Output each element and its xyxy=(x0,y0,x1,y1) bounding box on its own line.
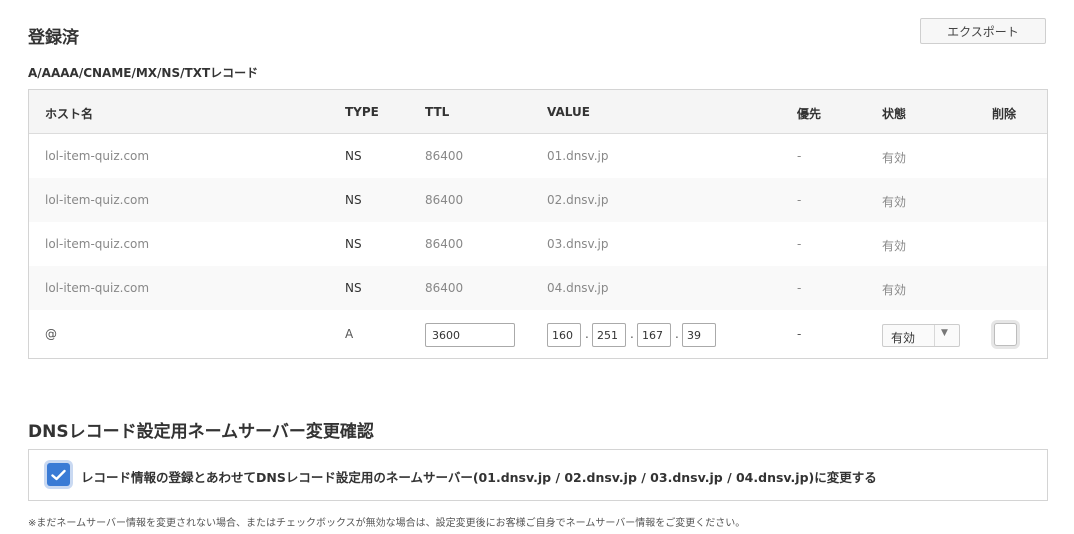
export-button[interactable]: エクスポート xyxy=(920,18,1046,44)
ip-octet-3-input[interactable] xyxy=(637,323,671,347)
ip-separator: . xyxy=(675,327,679,341)
ip-octet-4-input[interactable] xyxy=(682,323,716,347)
records-table: ホスト名 TYPE TTL VALUE 優先 状態 削除 lol-item-qu… xyxy=(28,89,1048,359)
ip-separator: . xyxy=(630,327,634,341)
table-row: lol-item-quiz.com NS 86400 04.dnsv.jp - … xyxy=(29,266,1047,310)
cell-host: lol-item-quiz.com xyxy=(45,149,150,163)
nameserver-section-title: DNSレコード設定用ネームサーバー変更確認 xyxy=(28,422,374,442)
cell-ttl: 86400 xyxy=(425,149,464,163)
cell-status: 有効 xyxy=(882,239,907,253)
table-row: lol-item-quiz.com NS 86400 02.dnsv.jp - … xyxy=(29,178,1047,222)
header-delete: 削除 xyxy=(992,107,1017,121)
header-status: 状態 xyxy=(882,107,907,121)
cell-ttl: 86400 xyxy=(425,281,464,295)
section-title: 登録済 xyxy=(28,28,79,48)
nameserver-confirm-box: レコード情報の登録とあわせてDNSレコード設定用のネームサーバー(01.dnsv… xyxy=(28,449,1048,501)
header-type: TYPE xyxy=(345,105,379,119)
nameserver-change-checkbox[interactable] xyxy=(47,463,70,486)
cell-priority: - xyxy=(797,237,802,251)
cell-priority: - xyxy=(797,281,802,295)
cell-priority: - xyxy=(797,149,802,163)
cell-type: NS xyxy=(345,193,362,207)
cell-value: 02.dnsv.jp xyxy=(547,193,609,207)
cell-host: lol-item-quiz.com xyxy=(45,193,150,207)
header-priority: 優先 xyxy=(797,107,822,121)
cell-status: 有効 xyxy=(882,151,907,165)
edit-row: @ A . . . - 有効 ▼ xyxy=(29,310,1047,358)
cell-status: 有効 xyxy=(882,283,907,297)
delete-checkbox[interactable] xyxy=(994,323,1017,346)
header-ttl: TTL xyxy=(425,105,450,119)
edit-host: @ xyxy=(45,327,57,341)
cell-type: NS xyxy=(345,237,362,251)
cell-status: 有効 xyxy=(882,195,907,209)
status-select[interactable]: 有効 ▼ xyxy=(882,324,960,347)
cell-type: NS xyxy=(345,281,362,295)
table-row: lol-item-quiz.com NS 86400 03.dnsv.jp - … xyxy=(29,222,1047,266)
cell-value: 03.dnsv.jp xyxy=(547,237,609,251)
table-header: ホスト名 TYPE TTL VALUE 優先 状態 削除 xyxy=(29,90,1047,134)
cell-value: 01.dnsv.jp xyxy=(547,149,609,163)
ip-separator: . xyxy=(585,327,589,341)
header-value: VALUE xyxy=(547,105,590,119)
cell-type: NS xyxy=(345,149,362,163)
ip-octet-1-input[interactable] xyxy=(547,323,581,347)
check-icon xyxy=(51,469,66,480)
ttl-input[interactable] xyxy=(425,323,515,347)
edit-priority: - xyxy=(797,327,802,341)
chevron-down-icon: ▼ xyxy=(941,328,948,338)
cell-host: lol-item-quiz.com xyxy=(45,281,150,295)
edit-type: A xyxy=(345,327,354,341)
cell-priority: - xyxy=(797,193,802,207)
status-select-value: 有効 xyxy=(891,331,916,345)
records-subtitle: A/AAAA/CNAME/MX/NS/TXTレコード xyxy=(28,66,259,80)
cell-ttl: 86400 xyxy=(425,237,464,251)
table-row: lol-item-quiz.com NS 86400 01.dnsv.jp - … xyxy=(29,134,1047,178)
header-host: ホスト名 xyxy=(45,107,94,121)
nameserver-note: ※まだネームサーバー情報を変更されない場合、またはチェックボックスが無効な場合は… xyxy=(28,518,746,529)
select-divider xyxy=(934,325,935,346)
nameserver-change-label[interactable]: レコード情報の登録とあわせてDNSレコード設定用のネームサーバー(01.dnsv… xyxy=(81,467,877,486)
cell-host: lol-item-quiz.com xyxy=(45,237,150,251)
cell-ttl: 86400 xyxy=(425,193,464,207)
ip-octet-2-input[interactable] xyxy=(592,323,626,347)
cell-value: 04.dnsv.jp xyxy=(547,281,609,295)
